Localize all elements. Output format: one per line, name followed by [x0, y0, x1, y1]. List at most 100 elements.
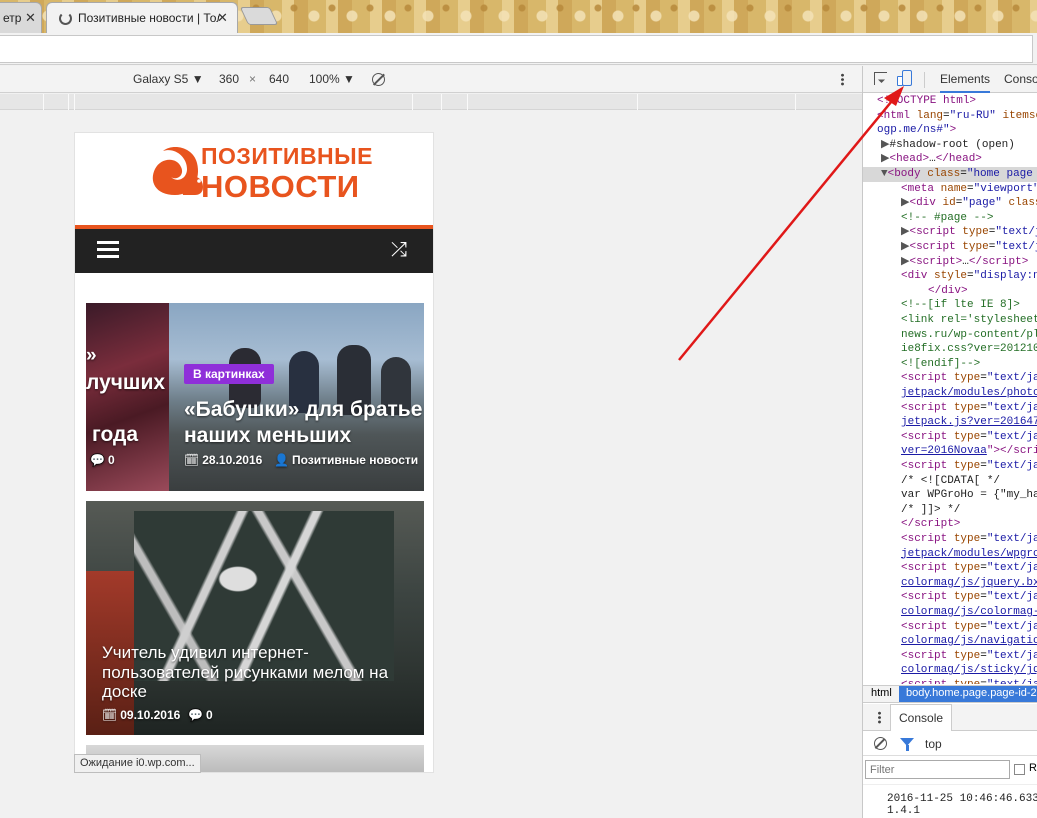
tab-title: етр — [3, 11, 21, 25]
article-card[interactable]: Учитель удивил интернет-пользователей ри… — [86, 501, 424, 735]
dom-node-line[interactable]: ▼<body class="home page — [863, 167, 1037, 182]
dom-node-line[interactable]: ▶<script type="text/ja — [863, 240, 1037, 255]
dom-node-line[interactable]: </script> — [863, 517, 960, 532]
filter-input[interactable] — [865, 760, 1010, 779]
dom-node-line[interactable]: ie8fix.css?ver=201210 — [863, 342, 1037, 357]
inspect-element-icon[interactable] — [874, 72, 887, 85]
dom-node-line[interactable]: <div style="display:n — [863, 269, 1037, 284]
breadcrumb: html body.home.page.page-id-2 — [863, 685, 1037, 703]
slide-author[interactable]: 👤 Позитивные новости — [274, 453, 418, 467]
dom-node-line[interactable]: var WPGroHo = {"my_ha — [863, 488, 1037, 503]
dom-node-line[interactable]: jetpack.js?ver=201647 — [863, 415, 1037, 430]
dom-node-line[interactable]: colormag/js/colormag- — [863, 605, 1037, 620]
tab-previous[interactable]: етр ✕ — [0, 2, 42, 33]
breadcrumb-html[interactable]: html — [871, 687, 892, 699]
emulated-device-screen: ПОЗИТИВНЫЕ НОВОСТИ ⤮ » лучших года 💬 0 В … — [74, 132, 434, 773]
dom-node-line[interactable]: ▶#shadow-root (open) — [863, 138, 1015, 153]
dom-node-line[interactable]: colormag/js/jquery.bx — [863, 576, 1037, 591]
dom-node-line[interactable]: colormag/js/sticky/jq — [863, 663, 1037, 678]
calendar-icon: 🗓 — [184, 453, 200, 467]
dom-node-line[interactable]: ogp.me/ns#"> — [863, 123, 956, 138]
dom-node-line[interactable]: <script type="text/ja — [863, 678, 1037, 684]
console-drawer: Console top R 2016-11-25 10:46:46.633 1.… — [863, 704, 1037, 818]
tab-strip: етр ✕ Позитивные новости | Тол ✕ — [0, 0, 1037, 33]
tab-active[interactable]: Позитивные новости | Тол ✕ — [46, 2, 238, 33]
dom-node-line[interactable]: /* ]]> */ — [863, 503, 960, 518]
dom-node-line[interactable]: ▶<div id="page" class= — [863, 196, 1037, 211]
dom-node-line[interactable]: <html lang="ru-RU" itemsc — [863, 109, 1037, 124]
console-log-line: 2016-11-25 10:46:46.633 — [887, 793, 1037, 805]
drawer-tabs: Console — [863, 704, 1037, 731]
device-height-input[interactable]: 640 — [269, 72, 289, 86]
dom-node-line[interactable]: news.ru/wp-content/pl — [863, 328, 1037, 343]
site-logo[interactable]: ПОЗИТИВНЫЕ НОВОСТИ — [75, 133, 433, 225]
toolbar-divider — [924, 72, 925, 88]
clear-console-icon[interactable] — [874, 737, 887, 750]
dom-node-line[interactable]: <script type="text/ja — [863, 649, 1037, 664]
shuffle-icon[interactable]: ⤮ — [391, 239, 407, 262]
tab-elements[interactable]: Elements — [940, 72, 991, 93]
dom-node-line[interactable]: </div> — [863, 284, 968, 299]
rotate-icon[interactable] — [372, 73, 385, 86]
devtools-toolbar: Elements Conso — [863, 66, 1037, 93]
dom-node-line[interactable]: jetpack/modules/photo — [863, 386, 1037, 401]
loading-spinner-icon — [59, 11, 72, 25]
slide-title-line: » — [86, 345, 97, 366]
dom-node-line[interactable]: <script type="text/ja — [863, 401, 1037, 416]
dom-node-line[interactable]: <![endif]--> — [863, 357, 980, 372]
slide-card-current[interactable]: В картинках «Бабушки» для братье наших м… — [169, 303, 424, 491]
dom-node-line[interactable]: ▶<script type="text/ja — [863, 225, 1037, 240]
dom-node-line[interactable]: <script type="text/ja — [863, 620, 1037, 635]
drawer-tab-console[interactable]: Console — [890, 704, 953, 731]
dom-node-line[interactable]: colormag/js/navigatio — [863, 634, 1037, 649]
slide-title-line[interactable]: «Бабушки» для братье — [184, 398, 422, 422]
dom-node-line[interactable]: <script type="text/ja — [863, 561, 1037, 576]
tab-title: Позитивные новости | Тол — [78, 11, 220, 25]
device-width-input[interactable]: 360 — [219, 72, 239, 86]
dom-node-line[interactable]: ▶<head>…</head> — [863, 152, 982, 167]
tab-console[interactable]: Conso — [1004, 72, 1037, 86]
dom-node-line[interactable]: <script type="text/ja — [863, 430, 1037, 445]
status-bubble: Ожидание i0.wp.com... — [74, 754, 201, 773]
main-nav-bar: ⤮ — [75, 229, 433, 273]
dom-node-line[interactable]: <script type="text/ja — [863, 590, 1037, 605]
article-title[interactable]: Учитель удивил интернет-пользователей ри… — [102, 643, 412, 702]
dom-node-line[interactable]: /* <![CDATA[ */ — [863, 474, 1000, 489]
more-options-icon[interactable] — [841, 73, 844, 86]
dom-node-line[interactable]: <script type="text/ja — [863, 459, 1037, 474]
hamburger-menu-icon[interactable] — [97, 241, 119, 259]
console-filter-row: R — [863, 757, 1037, 783]
breadcrumb-body[interactable]: body.home.page.page-id-2 — [899, 686, 1037, 702]
dom-node-line[interactable]: <meta name="viewport" — [863, 182, 1037, 197]
close-tab-icon[interactable]: ✕ — [25, 10, 36, 26]
slide-title-line[interactable]: наших меньших — [184, 424, 351, 448]
drawer-menu-icon[interactable] — [878, 711, 881, 724]
address-bar[interactable] — [0, 35, 1033, 63]
device-toolbar: Galaxy S5 ▼ 360 × 640 100% ▼ — [0, 66, 862, 93]
close-tab-icon[interactable]: ✕ — [217, 10, 228, 26]
dom-node-line[interactable]: <link rel='stylesheet — [863, 313, 1037, 328]
zoom-select[interactable]: 100% ▼ — [309, 72, 355, 86]
dom-node-line[interactable]: <script type="text/ja — [863, 532, 1037, 547]
calendar-icon: 🗓 — [102, 708, 118, 722]
media-query-ruler[interactable] — [0, 94, 862, 110]
toggle-device-toolbar-icon[interactable] — [897, 70, 913, 88]
slide-card-previous[interactable]: » лучших года 💬 0 — [86, 303, 169, 491]
dom-node-line[interactable]: jetpack/modules/wpgro — [863, 547, 1037, 562]
dom-node-line[interactable]: ▶<script>…</script> — [863, 255, 1028, 270]
comment-icon: 💬 — [188, 708, 203, 722]
category-badge[interactable]: В картинках — [184, 364, 274, 384]
dom-node-line[interactable]: <!--[if lte IE 8]> — [863, 298, 1020, 313]
dom-node-line[interactable]: ver=2016Novaa"></scri — [863, 444, 1037, 459]
device-select[interactable]: Galaxy S5 ▼ — [133, 72, 204, 86]
context-select[interactable]: top — [925, 737, 942, 751]
regex-checkbox[interactable] — [1014, 764, 1025, 775]
dom-node-line[interactable]: <script type="text/ja — [863, 371, 1037, 386]
article-comments[interactable]: 💬 0 — [188, 708, 213, 722]
user-icon: 👤 — [274, 453, 289, 467]
dom-node-line[interactable]: <!DOCTYPE html> — [863, 94, 976, 109]
dom-node-line[interactable]: <!-- #page --> — [863, 211, 993, 226]
device-name: Galaxy S5 — [133, 72, 189, 86]
filter-icon[interactable] — [900, 738, 914, 751]
dom-tree[interactable]: <!DOCTYPE html><html lang="ru-RU" itemsc… — [863, 94, 1037, 684]
